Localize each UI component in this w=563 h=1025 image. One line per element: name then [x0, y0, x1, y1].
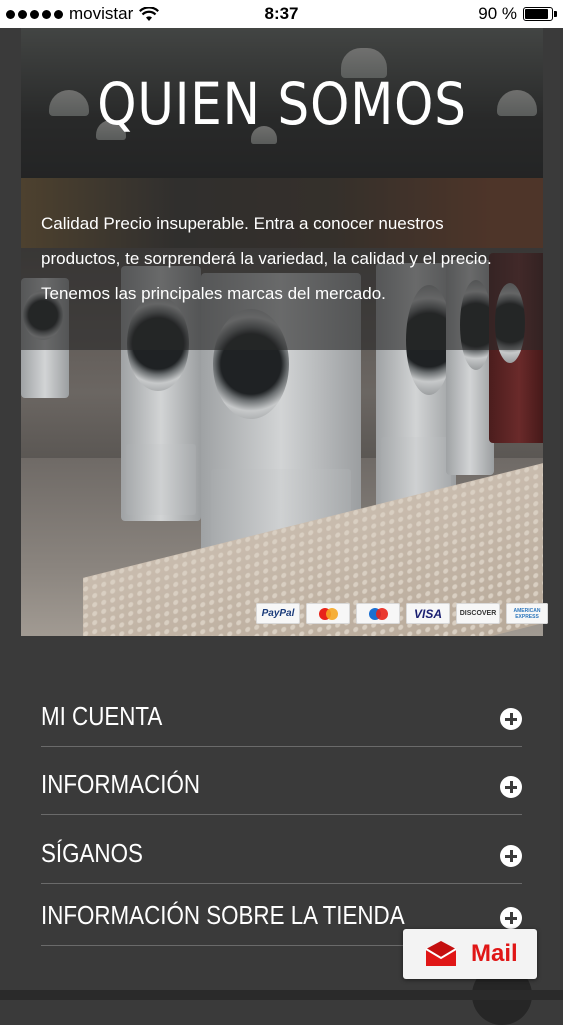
accordion-informacion[interactable]: INFORMACIÓN — [41, 747, 522, 815]
accordion-siganos[interactable]: SÍGANOS — [41, 815, 522, 884]
bottom-bar — [0, 990, 563, 1000]
plus-circle-icon[interactable] — [500, 907, 522, 929]
about-hero: QUIEN SOMOS Calidad Precio insuperable. … — [21, 28, 543, 636]
battery-icon — [523, 7, 557, 21]
payment-methods: PayPal VISA DISCOVER AMERICAN EXPRESS — [256, 603, 548, 624]
status-right: 90 % — [478, 4, 557, 24]
status-bar: movistar 8:37 90 % — [0, 0, 563, 28]
amex-label: AMERICAN EXPRESS — [513, 607, 541, 620]
mail-button[interactable]: Mail — [403, 929, 537, 979]
accordion-label: INFORMACIÓN SOBRE LA TIENDA — [41, 900, 405, 930]
discover-label: DISCOVER — [459, 610, 497, 617]
battery-percent: 90 % — [478, 4, 517, 23]
discover-logo-icon: DISCOVER — [456, 603, 500, 624]
plus-circle-icon[interactable] — [500, 776, 522, 798]
maestro-logo-icon — [356, 603, 400, 624]
visa-label: VISA — [413, 606, 442, 621]
footer-accordion: MI CUENTA INFORMACIÓN SÍGANOS INFORMACIÓ… — [41, 684, 522, 946]
visa-logo-icon: VISA — [406, 603, 450, 624]
paypal-label: PayPal — [261, 608, 295, 619]
plus-circle-icon[interactable] — [500, 845, 522, 867]
accordion-mi-cuenta[interactable]: MI CUENTA — [41, 684, 522, 747]
page-title: QUIEN SOMOS — [97, 70, 467, 138]
accordion-label: INFORMACIÓN — [41, 769, 201, 799]
mastercard-logo-icon — [306, 603, 350, 624]
amex-logo-icon: AMERICAN EXPRESS — [506, 603, 548, 624]
mail-label: Mail — [471, 940, 518, 967]
paypal-logo-icon: PayPal — [256, 603, 300, 624]
about-description: Calidad Precio insuperable. Entra a cono… — [41, 214, 492, 303]
accordion-label: SÍGANOS — [41, 838, 143, 868]
envelope-icon — [425, 941, 457, 966]
accordion-label: MI CUENTA — [41, 701, 163, 731]
plus-circle-icon[interactable] — [500, 708, 522, 730]
